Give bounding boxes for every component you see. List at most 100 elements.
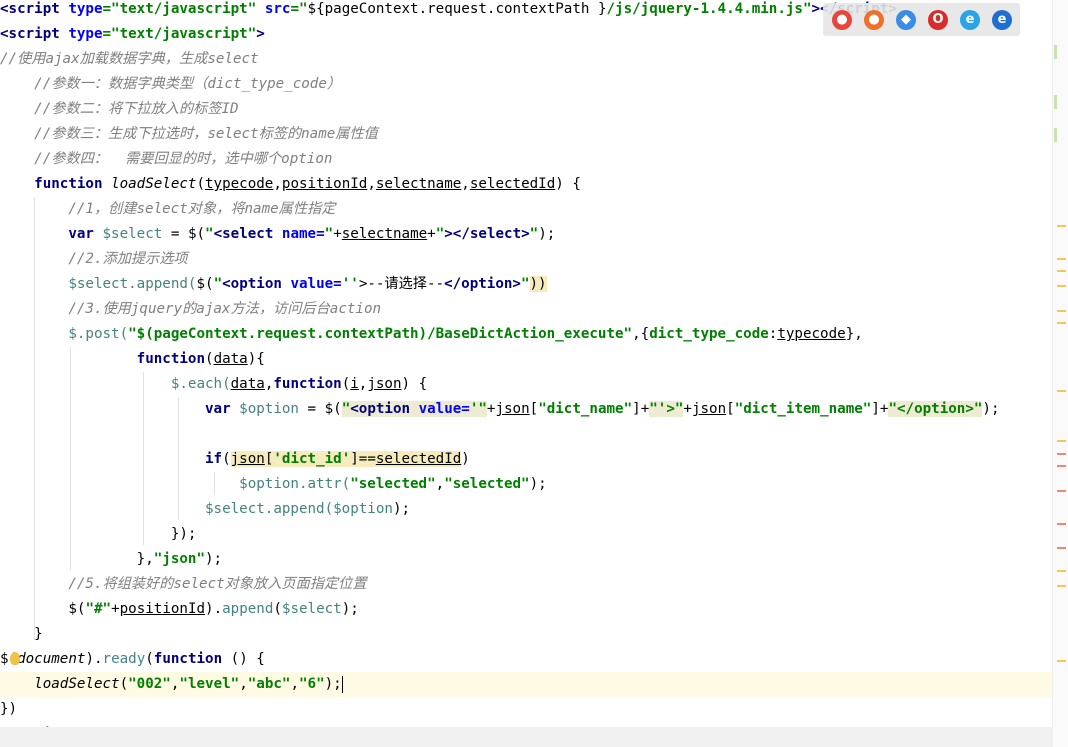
gutter-marker[interactable]: [1057, 322, 1066, 324]
gutter-marker[interactable]: [1057, 440, 1066, 442]
code-line[interactable]: //3.使用jquery的ajax方法，访问后台action: [0, 297, 381, 322]
code-token: selectname: [375, 176, 462, 192]
code-token: ="text/javascript": [102, 1, 257, 17]
code-line[interactable]: $.each(data,function(i,json) {: [0, 372, 427, 397]
code-line[interactable]: loadSelect("002","level","abc","6");: [0, 672, 1052, 697]
gutter-marker[interactable]: [1057, 390, 1066, 392]
code-line[interactable]: <script type="text/javascript" src="${pa…: [0, 0, 897, 22]
lightbulb-icon[interactable]: [10, 652, 20, 665]
code-token: pageContext.request.contextPath: [324, 1, 590, 17]
code-token: ]+: [871, 401, 889, 417]
code-token: append: [222, 601, 274, 617]
gutter-marker[interactable]: [1054, 95, 1057, 109]
code-token: .append(: [128, 276, 197, 292]
gutter-marker[interactable]: [1057, 490, 1066, 492]
code-line[interactable]: var $select = $("<select name="+selectna…: [0, 222, 555, 247]
code-line[interactable]: //2.添加提示选项: [0, 247, 187, 272]
code-line[interactable]: //参数四： 需要回显的时，选中哪个option: [0, 147, 332, 172]
code-token: ": [520, 276, 530, 292]
code-token: positionId: [119, 601, 206, 617]
code-line[interactable]: });: [0, 522, 197, 547]
code-line[interactable]: <script type="text/javascript">: [0, 22, 265, 47]
code-editor[interactable]: <script type="text/javascript" src="${pa…: [0, 0, 1052, 747]
gutter-marker[interactable]: [1057, 660, 1066, 662]
code-line[interactable]: $.post("$(pageContext.request.contextPat…: [0, 322, 862, 347]
code-token: type: [68, 1, 103, 17]
code-token: '": [469, 401, 487, 417]
code-token: .post(: [76, 326, 129, 342]
code-line[interactable]: var $option = $("<option value='"+json["…: [0, 397, 1000, 422]
code-token: ).: [205, 601, 223, 617]
error-stripe-gutter[interactable]: [1052, 0, 1068, 747]
code-token: positionId: [281, 176, 368, 192]
gutter-marker[interactable]: [1057, 270, 1066, 272]
code-token: "$(pageContext.request.contextPath)/Base…: [128, 326, 633, 342]
code-token: },: [0, 551, 154, 567]
code-line[interactable]: //参数三：生成下拉选时，select标签的name属性值: [0, 122, 378, 147]
code-token: }): [0, 701, 18, 717]
firefox-icon[interactable]: ●: [864, 10, 884, 30]
gutter-marker[interactable]: [1057, 570, 1066, 572]
gutter-marker[interactable]: [1057, 225, 1066, 227]
gutter-marker[interactable]: [1057, 258, 1066, 260]
code-line[interactable]: $select.append($option);: [0, 497, 410, 522]
code-token: ): [461, 451, 470, 467]
gutter-marker[interactable]: [1057, 285, 1066, 287]
code-line[interactable]: $option.attr("selected","selected");: [0, 472, 547, 497]
code-token: $select: [205, 501, 265, 517]
edge-icon[interactable]: e: [992, 10, 1012, 30]
gutter-marker[interactable]: [1057, 523, 1066, 525]
gutter-marker[interactable]: [1057, 585, 1066, 587]
ie-icon[interactable]: e: [960, 10, 980, 30]
code-line[interactable]: $("#"+positionId).append($select);: [0, 597, 359, 622]
gutter-marker[interactable]: [1057, 547, 1066, 549]
code-token: "abc": [247, 676, 291, 692]
code-line[interactable]: function(data){: [0, 347, 265, 372]
code-token: "002": [128, 676, 171, 692]
safari-icon[interactable]: ◆: [896, 10, 916, 30]
text-cursor: [341, 675, 343, 693]
code-line[interactable]: //参数二：将下拉放入的标签ID: [0, 97, 238, 122]
gutter-marker[interactable]: [1057, 310, 1066, 312]
code-line[interactable]: }: [0, 622, 43, 647]
code-token: $select: [68, 276, 129, 292]
code-token: ": [205, 226, 214, 242]
code-token: +: [333, 226, 342, 242]
code-token: ]==: [350, 451, 376, 467]
code-token: );: [341, 601, 359, 617]
code-token: ) {: [555, 176, 581, 192]
code-token: loadSelect: [34, 676, 120, 692]
gutter-marker[interactable]: [1054, 45, 1057, 59]
code-token: loadSelect: [111, 176, 197, 192]
code-token: </option>: [444, 276, 521, 292]
gutter-marker[interactable]: [1057, 453, 1066, 455]
code-token: type: [68, 26, 103, 42]
code-line[interactable]: //1，创建select对象，将name属性指定: [0, 197, 335, 222]
code-token: ,: [273, 176, 282, 192]
code-line[interactable]: //参数一：数据字典类型（dict_type_code）: [0, 72, 341, 97]
code-line[interactable]: $(document).ready(function () {: [0, 647, 265, 672]
gutter-marker[interactable]: [1057, 465, 1066, 467]
code-token: '': [341, 276, 359, 292]
code-line[interactable]: }): [0, 697, 17, 722]
opera-icon[interactable]: O: [928, 10, 948, 30]
code-line[interactable]: //使用ajax加载数据字典，生成select: [0, 47, 259, 72]
code-token: $: [324, 401, 334, 417]
browser-preview-toolbar: ● ● ◆ Oe e: [823, 3, 1020, 36]
gutter-marker[interactable]: [1054, 128, 1057, 142]
code-token: $: [68, 326, 77, 342]
code-token: (: [222, 451, 231, 467]
code-token: <option: [222, 276, 291, 292]
code-token: (: [205, 276, 214, 292]
code-line[interactable]: function loadSelect(typecode,positionId,…: [0, 172, 581, 197]
chrome-icon[interactable]: ●: [832, 10, 852, 30]
code-token: value=: [418, 401, 470, 417]
code-line[interactable]: //5.将组装好的select对象放入页面指定位置: [0, 572, 366, 597]
code-token: (: [196, 176, 206, 192]
code-line[interactable]: $select.append($("<option value=''>--请选择…: [0, 272, 547, 297]
code-token: (: [273, 601, 282, 617]
code-token: <: [0, 1, 9, 17]
